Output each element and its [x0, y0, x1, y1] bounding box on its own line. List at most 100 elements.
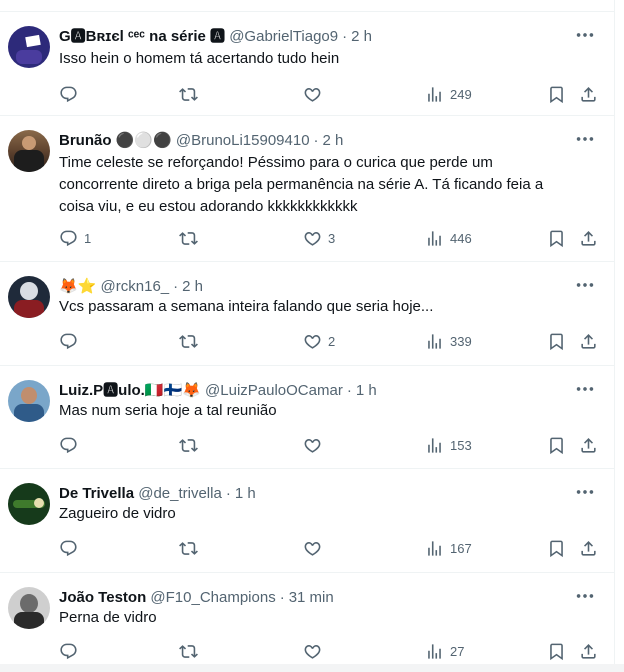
bookmark-icon	[547, 332, 566, 351]
user-handle[interactable]: @rckn16_	[101, 278, 170, 295]
more-dots-icon[interactable]	[574, 378, 596, 400]
tweet-header: 🦊⭐ @rckn16_ · 2 h	[59, 276, 203, 298]
share-icon	[579, 332, 598, 351]
timestamp[interactable]: 2 h	[351, 28, 372, 45]
avatar[interactable]	[8, 380, 50, 422]
avatar[interactable]	[8, 587, 50, 629]
like-button[interactable]: 3	[303, 226, 335, 250]
bookmark-button[interactable]	[547, 639, 566, 663]
reply-button[interactable]	[59, 82, 84, 106]
display-name[interactable]: G🅰Bʀɪєl ᶜᵉᶜ na série 🅰	[59, 28, 225, 45]
tweet[interactable]: G🅰Bʀɪєl ᶜᵉᶜ na série 🅰 @GabrielTiago9 · 2 …	[0, 12, 614, 116]
reply-button[interactable]	[59, 433, 84, 457]
like-button[interactable]	[303, 639, 328, 663]
bookmark-button[interactable]	[547, 536, 566, 560]
tweet-header: Brunão ⚫⚪⚫ @BrunoLi15909410 · 2 h	[59, 130, 343, 152]
bookmark-button[interactable]	[547, 433, 566, 457]
views-button[interactable]: 167	[425, 536, 472, 560]
view-count: 27	[450, 643, 465, 659]
views-button[interactable]: 153	[425, 433, 472, 457]
tweet[interactable]: João Teston @F10_Champions · 31 min Perna …	[0, 573, 614, 672]
retweet-button[interactable]	[179, 226, 204, 250]
share-button[interactable]	[579, 226, 598, 250]
avatar[interactable]	[8, 483, 50, 525]
more-dots-icon[interactable]	[574, 585, 596, 607]
like-count: 3	[328, 230, 336, 246]
display-name[interactable]: Luiz.P🅰ulo.🇮🇹🇫🇮🦊	[59, 382, 201, 399]
more-dots-icon[interactable]	[574, 274, 596, 296]
tweet[interactable]: 🦊⭐ @rckn16_ · 2 h Vcs passaram a semana in…	[0, 262, 614, 366]
retweet-button[interactable]	[179, 639, 204, 663]
more-dots-icon[interactable]	[574, 481, 596, 503]
views-button[interactable]: 446	[425, 226, 472, 250]
timestamp[interactable]: 31 min	[289, 589, 334, 606]
retweet-icon	[179, 642, 198, 661]
timestamp[interactable]: 1 h	[235, 485, 256, 502]
heart-icon	[303, 642, 322, 661]
reply-button[interactable]	[59, 329, 84, 353]
views-button[interactable]: 27	[425, 639, 464, 663]
like-button[interactable]	[303, 82, 328, 106]
avatar[interactable]	[8, 130, 50, 172]
display-name[interactable]: De Trivella	[59, 485, 134, 502]
like-button[interactable]: 2	[303, 329, 335, 353]
views-button[interactable]: 339	[425, 329, 472, 353]
like-count: 2	[328, 333, 336, 349]
more-dots-icon[interactable]	[574, 24, 596, 46]
retweet-button[interactable]	[179, 329, 204, 353]
reply-icon	[59, 229, 78, 248]
user-handle[interactable]: @de_trivella	[138, 485, 222, 502]
reply-button[interactable]	[59, 639, 84, 663]
user-handle[interactable]: @BrunoLi15909410	[176, 132, 310, 149]
reply-feed: G🅰Bʀɪєl ᶜᵉᶜ na série 🅰 @GabrielTiago9 · 2 …	[0, 0, 615, 672]
retweet-button[interactable]	[179, 433, 204, 457]
reply-button[interactable]	[59, 536, 84, 560]
bookmark-button[interactable]	[547, 226, 566, 250]
display-name[interactable]: João Teston	[59, 589, 146, 606]
tweet-header: G🅰Bʀɪєl ᶜᵉᶜ na série 🅰 @GabrielTiago9 · 2 …	[59, 26, 372, 48]
reply-button[interactable]: 1	[59, 226, 91, 250]
tweet-text: Time celeste se reforçando! Péssimo para…	[59, 154, 544, 215]
share-icon	[579, 436, 598, 455]
action-bar: 249	[59, 82, 604, 106]
retweet-button[interactable]	[179, 536, 204, 560]
separator-dot: ·	[346, 382, 352, 399]
views-chart-icon	[425, 332, 444, 351]
bookmark-button[interactable]	[547, 329, 566, 353]
views-button[interactable]: 249	[425, 82, 472, 106]
retweet-button[interactable]	[179, 82, 204, 106]
tweet-text: Vcs passaram a semana inteira falando qu…	[59, 298, 434, 315]
tweet[interactable]: De Trivella @de_trivella · 1 h Zagueiro de…	[0, 469, 614, 573]
tweet[interactable]: Luiz.P🅰ulo.🇮🇹🇫🇮🦊 @LuizPauloOCamar · 1 h Ma…	[0, 366, 614, 469]
tweet-text: Perna de vidro	[59, 609, 157, 626]
user-handle[interactable]: @GabrielTiago9	[229, 28, 338, 45]
tweet-header: Luiz.P🅰ulo.🇮🇹🇫🇮🦊 @LuizPauloOCamar · 1 h	[59, 380, 377, 402]
views-chart-icon	[425, 436, 444, 455]
user-handle[interactable]: @LuizPauloOCamar	[205, 382, 343, 399]
avatar[interactable]	[8, 26, 50, 68]
tweet[interactable]: Brunão ⚫⚪⚫ @BrunoLi15909410 · 2 h Time cel…	[0, 116, 614, 262]
heart-icon	[303, 85, 322, 104]
retweet-icon	[179, 229, 198, 248]
like-button[interactable]	[303, 433, 328, 457]
share-button[interactable]	[579, 639, 598, 663]
share-button[interactable]	[579, 433, 598, 457]
retweet-icon	[179, 539, 198, 558]
share-button[interactable]	[579, 536, 598, 560]
share-button[interactable]	[579, 329, 598, 353]
like-button[interactable]	[303, 536, 328, 560]
tweet-header: João Teston @F10_Champions · 31 min	[59, 587, 334, 609]
view-count: 446	[450, 230, 472, 246]
avatar[interactable]	[8, 276, 50, 318]
bookmark-icon	[547, 85, 566, 104]
bookmark-button[interactable]	[547, 82, 566, 106]
more-dots-icon[interactable]	[574, 128, 596, 150]
timestamp[interactable]: 1 h	[356, 382, 377, 399]
timestamp[interactable]: 2 h	[323, 132, 344, 149]
share-button[interactable]	[579, 82, 598, 106]
user-handle[interactable]: @F10_Champions	[150, 589, 275, 606]
timestamp[interactable]: 2 h	[182, 278, 203, 295]
separator-dot: ·	[173, 278, 179, 295]
display-name[interactable]: 🦊⭐	[59, 278, 96, 295]
display-name[interactable]: Brunão ⚫⚪⚫	[59, 132, 172, 149]
